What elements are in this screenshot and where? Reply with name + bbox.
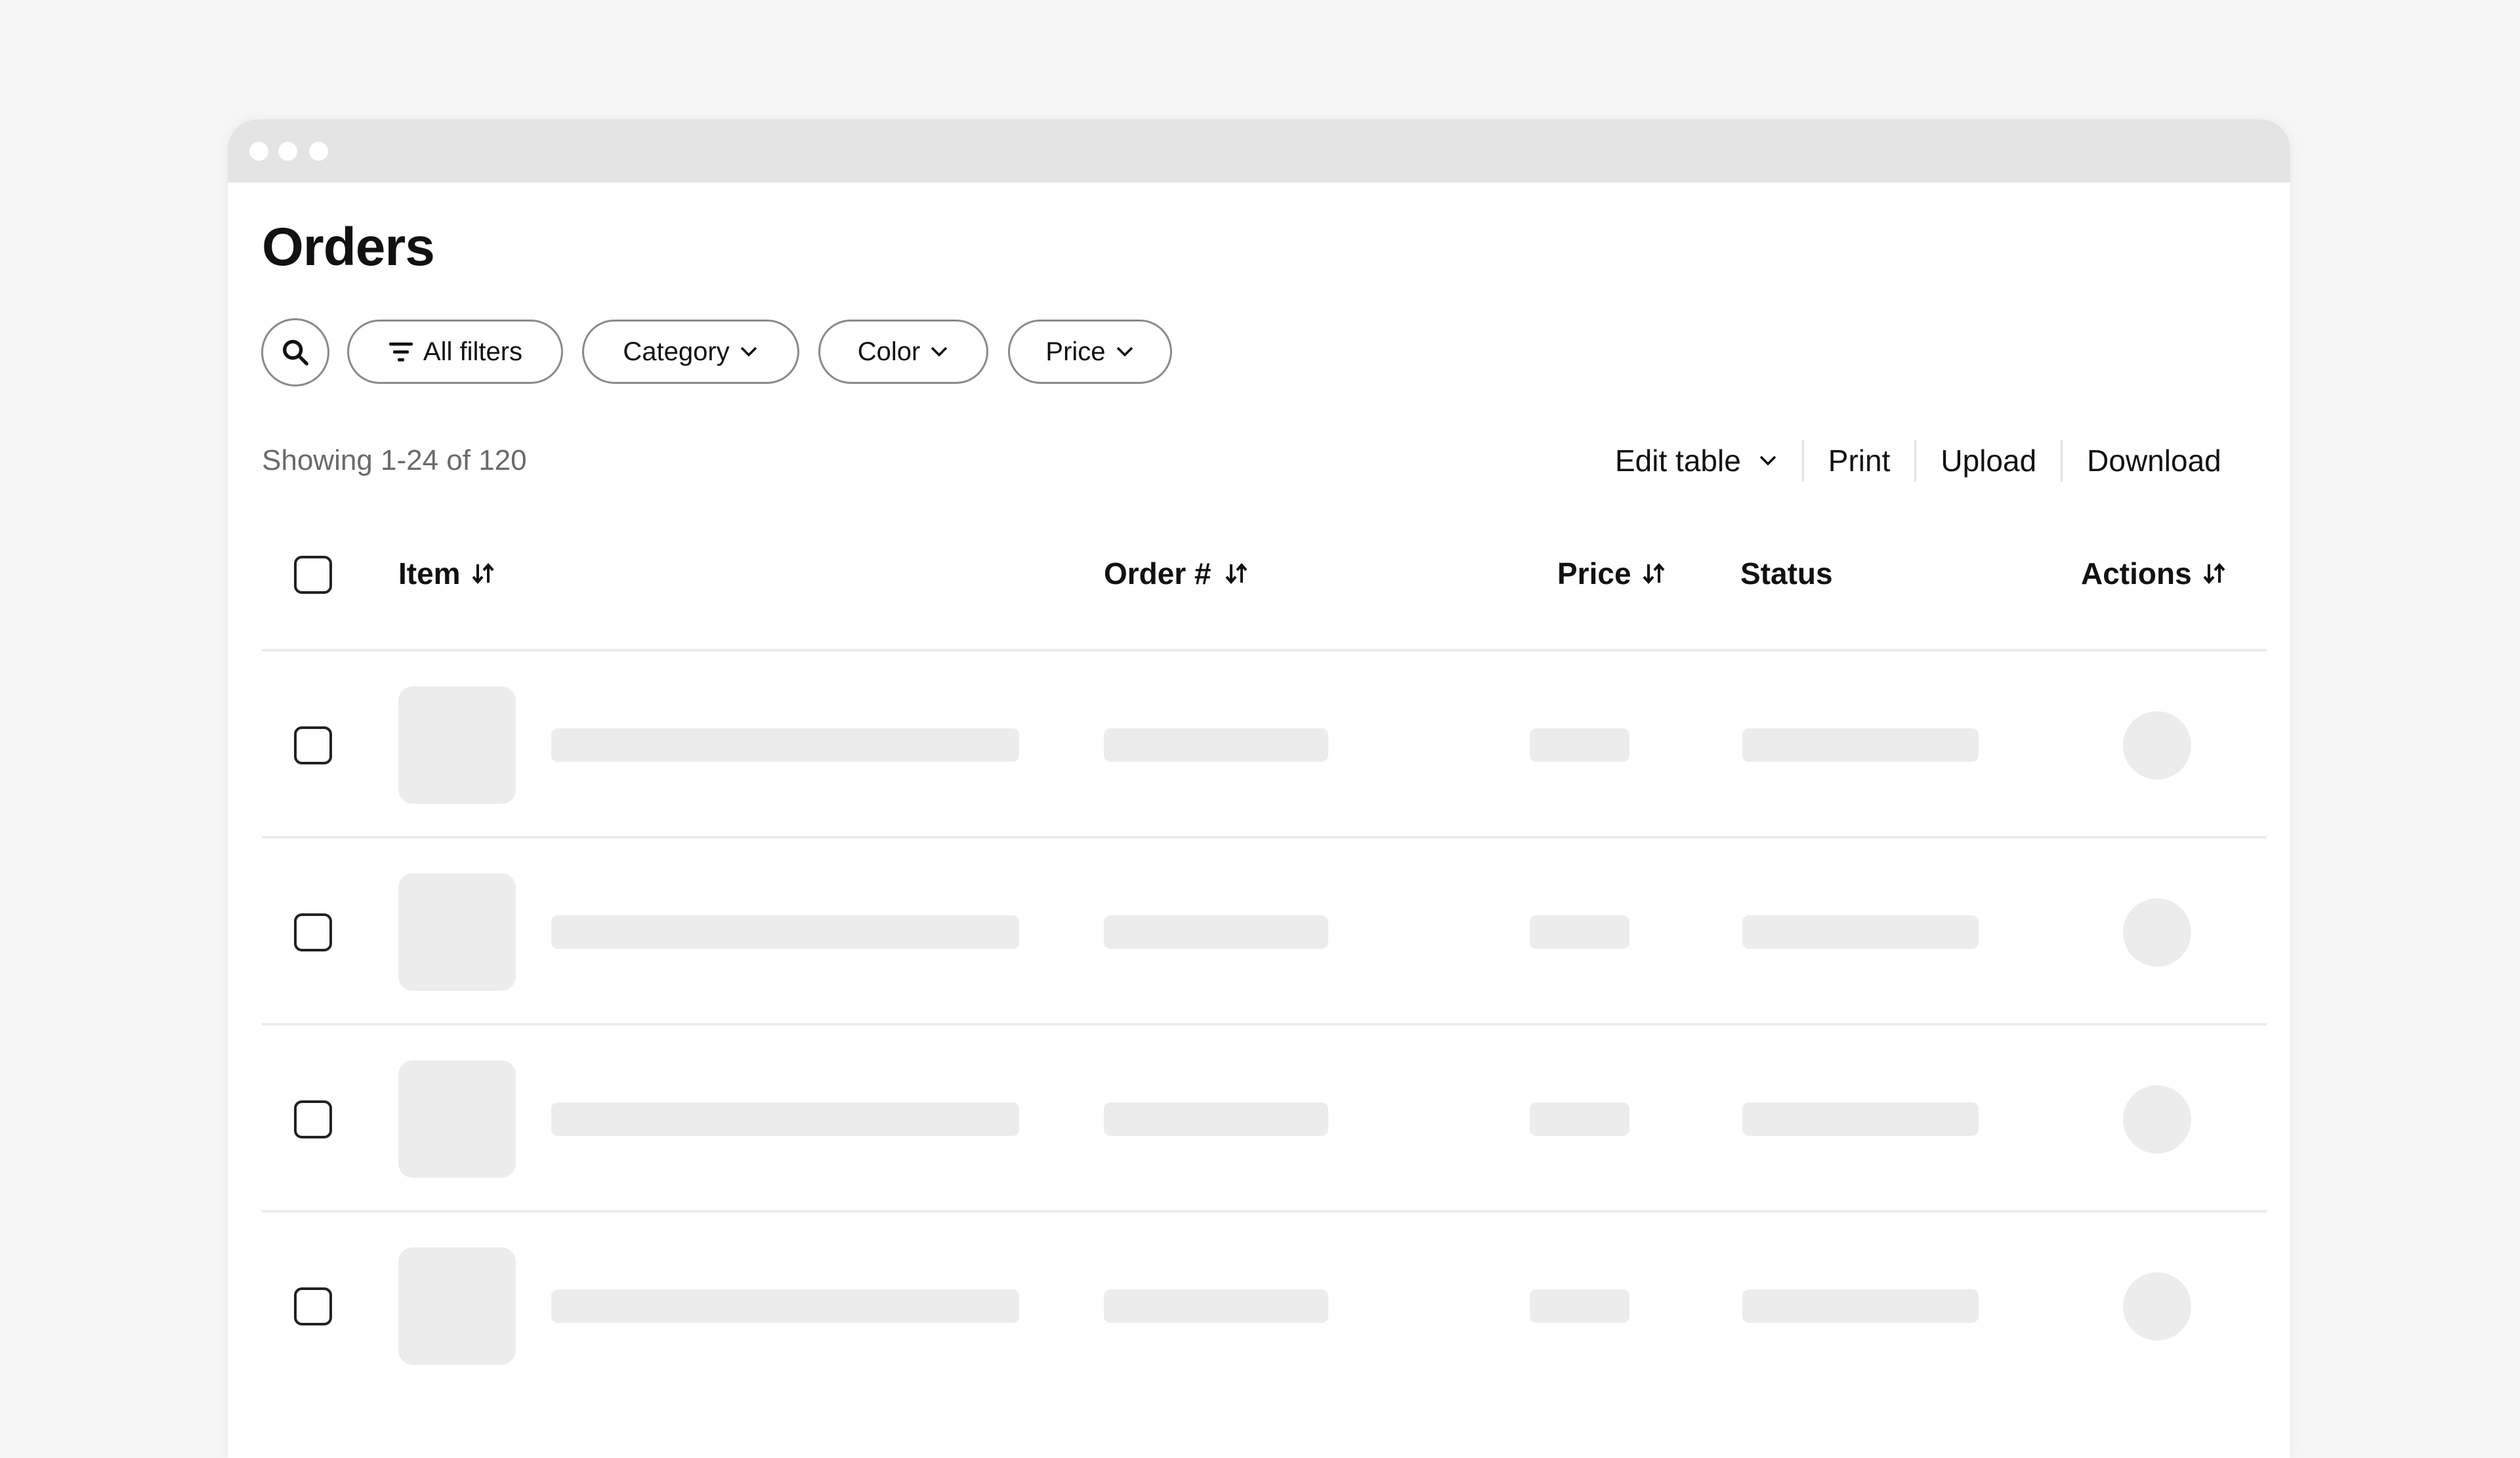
sort-arrows-icon[interactable] (2201, 560, 2227, 587)
category-dropdown[interactable]: Category (582, 320, 799, 384)
order-number-placeholder (1104, 1289, 1328, 1323)
thumbnail-placeholder (398, 1247, 516, 1365)
column-header-order-number[interactable]: Order # (1104, 555, 1250, 592)
row-divider (262, 1023, 2267, 1026)
price-placeholder (1530, 915, 1629, 949)
order-number-placeholder (1104, 915, 1328, 949)
window-dot-icon[interactable] (278, 142, 297, 161)
status-placeholder (1742, 915, 1979, 949)
price-placeholder (1530, 1289, 1629, 1323)
action-button-placeholder[interactable] (2123, 1272, 2191, 1341)
page-title: Orders (262, 217, 435, 277)
row-checkbox[interactable] (294, 1287, 332, 1325)
price-label: Price (1045, 337, 1106, 366)
toolbar-divider (1801, 440, 1804, 482)
category-label: Category (623, 337, 730, 366)
thumbnail-placeholder (398, 873, 516, 991)
edit-table-label: Edit table (1615, 444, 1741, 478)
row-checkbox[interactable] (294, 913, 332, 951)
edit-table-button[interactable]: Edit table (1615, 443, 1778, 478)
column-header-status: Status (1740, 555, 1833, 592)
price-dropdown[interactable]: Price (1008, 320, 1172, 384)
table-row (228, 873, 2290, 1060)
chevron-down-icon (739, 345, 759, 358)
all-filters-button[interactable]: All filters (347, 320, 563, 384)
thumbnail-placeholder (398, 686, 516, 804)
status-placeholder (1742, 1102, 1979, 1136)
chevron-down-icon (1758, 454, 1778, 467)
table-row (228, 686, 2290, 873)
item-name-placeholder (551, 915, 1019, 949)
sort-arrows-icon[interactable] (1641, 560, 1667, 587)
table-row (228, 1247, 2290, 1434)
status-placeholder (1742, 728, 1979, 762)
all-filters-label: All filters (423, 337, 523, 366)
column-header-label: Order # (1104, 556, 1211, 591)
row-checkbox[interactable] (294, 1100, 332, 1138)
thumbnail-placeholder (398, 1060, 516, 1178)
table-row (228, 1060, 2290, 1247)
color-dropdown[interactable]: Color (818, 320, 988, 384)
item-name-placeholder (551, 1289, 1019, 1323)
window-dot-icon[interactable] (309, 142, 328, 161)
chevron-down-icon (1115, 345, 1135, 358)
table-toolbar: Edit table Print Upload Download (1615, 440, 2221, 482)
sort-arrows-icon[interactable] (1223, 560, 1250, 587)
action-button-placeholder[interactable] (2123, 711, 2191, 780)
item-name-placeholder (551, 1102, 1019, 1136)
app-window: Orders All filters Category Color Price (228, 119, 2290, 1458)
price-placeholder (1530, 1102, 1629, 1136)
color-label: Color (857, 337, 921, 366)
order-number-placeholder (1104, 728, 1328, 762)
column-header-label: Actions (2081, 556, 2192, 591)
print-button[interactable]: Print (1828, 443, 1891, 478)
column-header-item[interactable]: Item (398, 555, 496, 592)
item-name-placeholder (551, 728, 1019, 762)
toolbar-divider (1914, 440, 1917, 482)
column-header-label: Price (1557, 556, 1631, 591)
column-header-label: Status (1740, 556, 1833, 591)
column-header-label: Item (398, 556, 461, 591)
order-number-placeholder (1104, 1102, 1328, 1136)
toolbar-divider (2061, 440, 2063, 482)
search-button[interactable] (261, 318, 329, 386)
row-divider (262, 836, 2267, 839)
column-header-actions[interactable]: Actions (2081, 555, 2227, 592)
filter-lines-icon (388, 340, 414, 364)
action-button-placeholder[interactable] (2123, 1085, 2191, 1154)
download-button[interactable]: Download (2087, 443, 2221, 478)
row-divider (262, 1210, 2267, 1213)
select-all-checkbox[interactable] (294, 556, 332, 594)
action-button-placeholder[interactable] (2123, 898, 2191, 967)
chevron-down-icon (929, 345, 949, 358)
window-dot-icon[interactable] (249, 142, 268, 161)
column-header-price[interactable]: Price (1557, 555, 1667, 592)
search-icon (283, 340, 308, 365)
results-count: Showing 1-24 of 120 (262, 444, 527, 476)
price-placeholder (1530, 728, 1629, 762)
upload-button[interactable]: Upload (1941, 443, 2036, 478)
header-divider (262, 649, 2267, 652)
sort-arrows-icon[interactable] (470, 560, 496, 587)
window-titlebar (228, 119, 2290, 182)
row-checkbox[interactable] (294, 726, 332, 764)
status-placeholder (1742, 1289, 1979, 1323)
